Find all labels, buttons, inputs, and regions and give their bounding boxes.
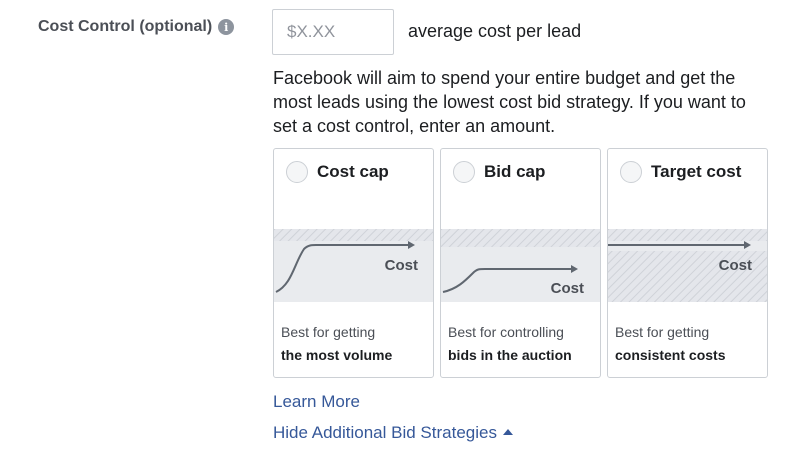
strategy-card-target-cost[interactable]: Target cost Cost Best for getting consis… (607, 148, 768, 378)
hide-bid-strategies-link[interactable]: Hide Additional Bid Strategies (273, 423, 513, 443)
strategy-card-header: Target cost (620, 161, 741, 183)
strategy-radio-target-cost[interactable] (620, 161, 642, 183)
cost-axis-label: Cost (719, 257, 752, 274)
cost-control-label: Cost Control (optional) (38, 18, 213, 35)
strategy-description: Best for controlling bids in the auction (448, 321, 572, 367)
strategy-card-bid-cap[interactable]: Bid cap Cost Best for controlling bids i… (440, 148, 601, 378)
strategy-description: Best for getting the most volume (281, 321, 392, 367)
cost-control-input[interactable] (272, 9, 394, 55)
info-icon[interactable]: i (218, 19, 235, 35)
strategy-desc-line2: bids in the auction (448, 347, 572, 363)
strategy-title: Target cost (651, 162, 742, 181)
bid-cap-graph: Cost (441, 229, 600, 302)
input-suffix: average cost per lead (408, 21, 582, 41)
hide-bid-strategies-label: Hide Additional Bid Strategies (273, 423, 497, 442)
bid-strategy-cards: Cost cap Cost Best for getting the most … (273, 148, 768, 378)
strategy-title: Bid cap (484, 162, 546, 181)
bid-strategy-description: Facebook will aim to spend your entire b… (273, 68, 746, 136)
strategy-desc-line2: the most volume (281, 347, 393, 363)
strategy-title: Cost cap (317, 162, 389, 181)
strategy-desc-line1: Best for getting (281, 324, 376, 340)
strategy-radio-bid-cap[interactable] (453, 161, 475, 183)
caret-up-icon (502, 429, 513, 435)
strategy-desc-line1: Best for controlling (448, 324, 564, 340)
strategy-card-header: Bid cap (453, 161, 545, 183)
cost-cap-graph: Cost (274, 229, 433, 302)
learn-more-link[interactable]: Learn More (273, 392, 360, 412)
strategy-desc-line2: consistent costs (615, 347, 726, 363)
target-cost-graph: Cost (608, 229, 767, 302)
strategy-radio-cost-cap[interactable] (286, 161, 308, 183)
strategy-desc-line1: Best for getting (615, 324, 710, 340)
strategy-card-header: Cost cap (286, 161, 389, 183)
cost-control-label-row: Cost Control (optional) i (38, 18, 235, 36)
cost-axis-label: Cost (385, 257, 418, 274)
cost-axis-label: Cost (551, 280, 584, 297)
strategy-card-cost-cap[interactable]: Cost cap Cost Best for getting the most … (273, 148, 434, 378)
strategy-description: Best for getting consistent costs (615, 321, 725, 367)
